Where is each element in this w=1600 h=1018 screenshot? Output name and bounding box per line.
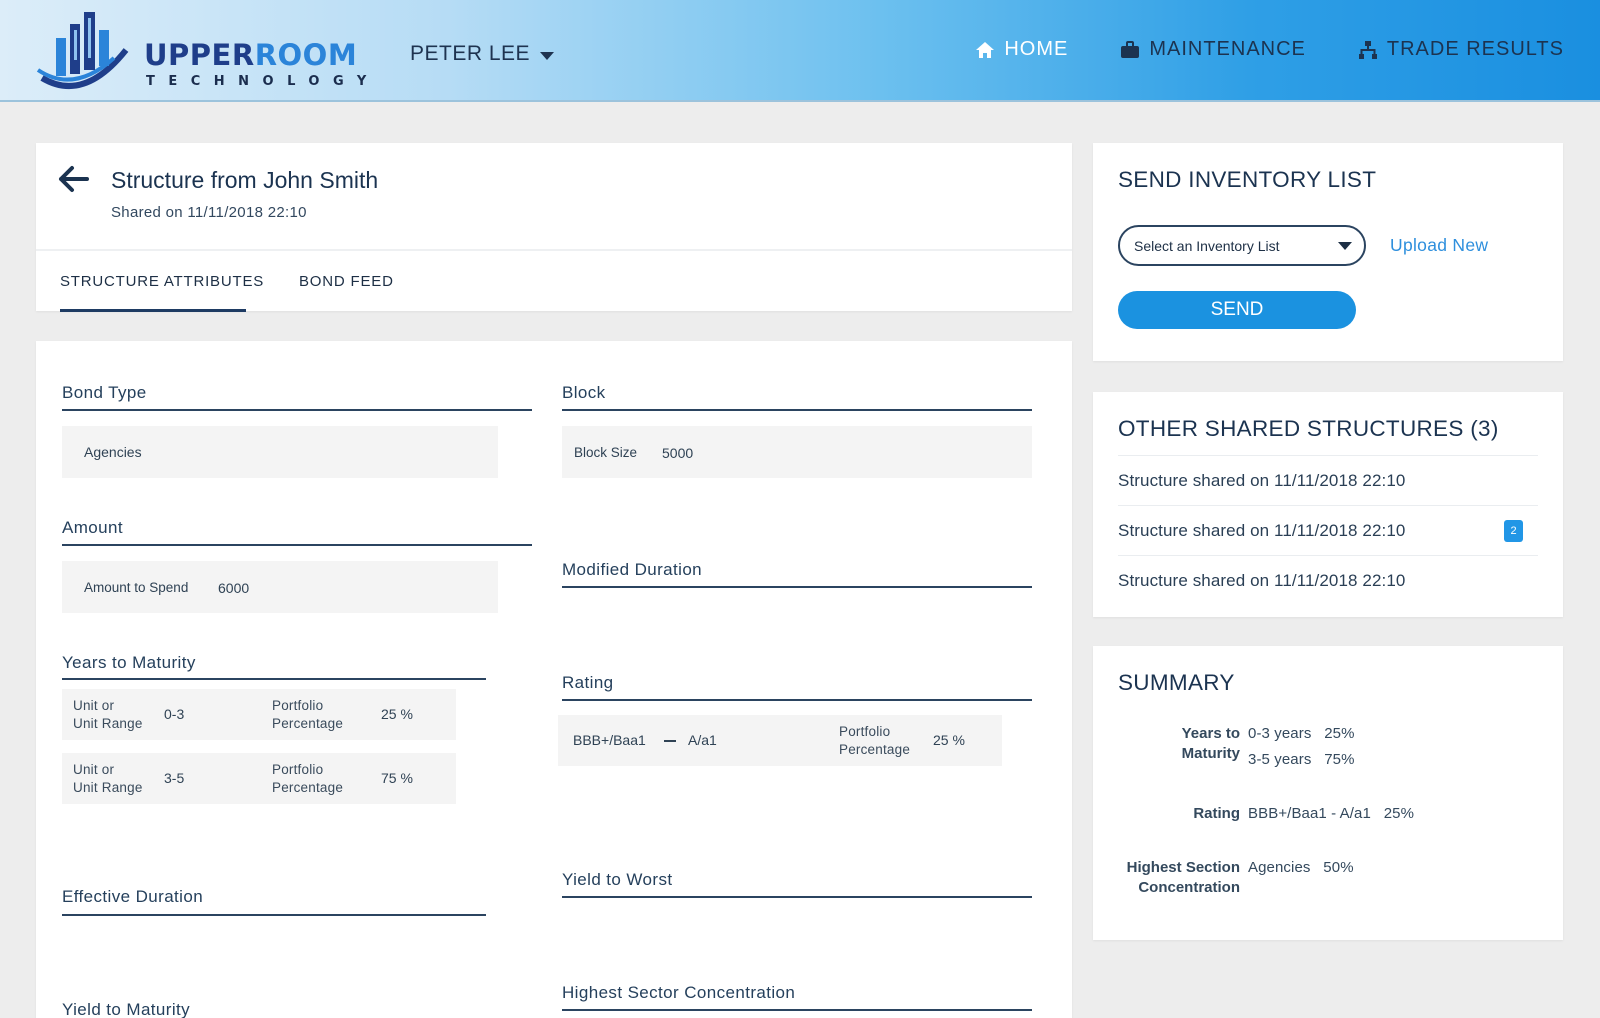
shared-structure-item[interactable]: Structure shared on 11/11/2018 22:10 2	[1118, 505, 1538, 555]
unit-range-value: 3-5	[164, 770, 185, 786]
bond-type-label: Bond Type	[62, 383, 147, 402]
tab-structure-attributes[interactable]: STRUCTURE ATTRIBUTES	[60, 273, 264, 290]
back-arrow-icon[interactable]	[58, 165, 90, 193]
block-size-value: 5000	[662, 445, 694, 461]
effective-duration-divider	[62, 914, 486, 916]
rating-field[interactable]: BBB+/Baa1 A/a1 Portfolio Percentage 25 %	[558, 715, 1002, 766]
rating-from-value: BBB+/Baa1	[573, 732, 646, 748]
structure-header-card: Structure from John Smith Shared on 11/1…	[36, 143, 1072, 312]
nav-trade-results-label: TRADE RESULTS	[1386, 38, 1564, 60]
years-to-maturity-divider	[62, 678, 486, 680]
tabs-divider	[36, 249, 1072, 251]
summary-ytm-label: Years to Maturity	[1181, 725, 1240, 762]
chevron-down-icon	[540, 51, 555, 60]
highest-sector-divider	[562, 1009, 1032, 1011]
portfolio-percentage-value: 25 %	[381, 706, 413, 722]
block-size-field[interactable]: Block Size 5000	[562, 426, 1032, 478]
briefcase-icon	[1121, 40, 1140, 58]
modified-duration-label: Modified Duration	[562, 560, 703, 579]
amount-value: 6000	[218, 580, 250, 596]
summary-rating-value: BBB+/Baa1 - A/a1 25%	[1248, 805, 1415, 822]
maturity-row[interactable]: Unit or Unit Range 3-5 Portfolio Percentag…	[62, 753, 456, 804]
nav-home[interactable]: HOME	[975, 38, 1068, 61]
yield-to-worst-divider	[562, 896, 1032, 898]
structure-attributes-panel: Bond Type Agencies Amount Amount to Spen…	[36, 341, 1072, 1018]
nav-maintenance-label: MAINTENANCE	[1149, 38, 1306, 60]
send-button[interactable]: SEND	[1118, 291, 1356, 329]
send-inventory-card: SEND INVENTORY LIST Select an Inventory …	[1093, 143, 1563, 361]
portfolio-percentage-label: Portfolio Percentage	[272, 762, 344, 795]
range-dash	[664, 740, 676, 742]
shared-structure-text: Structure shared on 11/11/2018 22:10	[1118, 471, 1406, 490]
shared-structure-text: Structure shared on 11/11/2018 22:10	[1118, 571, 1406, 590]
amount-divider	[62, 544, 532, 546]
company-logo[interactable]: UPPERROOM TECHNOLOGY	[34, 8, 366, 96]
portfolio-percentage-value: 25 %	[933, 732, 965, 748]
unit-range-label: Unit or Unit Range	[73, 698, 143, 731]
tab-bond-feed[interactable]: BOND FEED	[299, 273, 394, 290]
inventory-select-placeholder: Select an Inventory List	[1134, 238, 1280, 254]
main-nav: HOME MAINTENANCE TRADE RESULTS	[975, 38, 1564, 61]
nav-trade-results[interactable]: TRADE RESULTS	[1358, 38, 1564, 61]
chevron-down-icon	[1338, 242, 1352, 250]
portfolio-percentage-value: 75 %	[381, 770, 413, 786]
user-name: PETER LEE	[410, 42, 531, 65]
shared-structure-item[interactable]: Structure shared on 11/11/2018 22:10	[1118, 555, 1538, 605]
years-to-maturity-label: Years to Maturity	[62, 653, 196, 672]
send-inventory-title: SEND INVENTORY LIST	[1118, 167, 1377, 192]
bond-type-divider	[62, 409, 532, 411]
home-icon	[976, 41, 995, 58]
nav-home-label: HOME	[1004, 38, 1069, 60]
shared-timestamp: Shared on 11/11/2018 22:10	[111, 204, 307, 221]
effective-duration-label: Effective Duration	[62, 887, 204, 906]
top-header: UPPERROOM TECHNOLOGY PETER LEE HOME MAIN…	[0, 0, 1600, 102]
rating-divider	[562, 699, 1032, 701]
summary-ytm-value: 3-5 years 75%	[1248, 751, 1355, 768]
highest-sector-concentration-label: Highest Sector Concentration	[562, 983, 796, 1002]
yield-to-worst-label: Yield to Worst	[562, 870, 673, 889]
sitemap-icon	[1358, 40, 1377, 59]
bond-type-value: Agencies	[84, 444, 142, 460]
summary-card: SUMMARY Years to Maturity 0-3 years 25% 3…	[1093, 646, 1563, 940]
other-shared-title: OTHER SHARED STRUCTURES (3)	[1118, 416, 1499, 441]
logo-wordmark: UPPERROOM	[144, 38, 358, 72]
amount-to-spend-label: Amount to Spend	[84, 580, 189, 595]
summary-hsc-label: Highest Section Concentration	[1126, 859, 1240, 896]
nav-maintenance[interactable]: MAINTENANCE	[1120, 38, 1306, 61]
page-title: Structure from John Smith	[111, 167, 379, 193]
user-menu-dropdown[interactable]: PETER LEE	[410, 42, 555, 66]
shared-structure-text: Structure shared on 11/11/2018 22:10	[1118, 521, 1406, 540]
bond-type-field[interactable]: Agencies	[62, 426, 498, 478]
amount-field[interactable]: Amount to Spend 6000	[62, 561, 498, 613]
inventory-list-select[interactable]: Select an Inventory List	[1118, 225, 1366, 266]
amount-label: Amount	[62, 518, 123, 537]
rating-to-value: A/a1	[688, 732, 717, 748]
summary-ytm-value: 0-3 years 25%	[1248, 725, 1355, 742]
summary-rating-label: Rating	[1193, 805, 1240, 822]
logo-mark-icon	[36, 12, 129, 89]
notification-badge: 2	[1504, 520, 1523, 542]
block-label: Block	[562, 383, 606, 402]
yield-to-maturity-label: Yield to Maturity	[62, 1000, 191, 1018]
portfolio-percentage-label: Portfolio Percentage	[839, 724, 911, 757]
block-divider	[562, 409, 1032, 411]
portfolio-percentage-label: Portfolio Percentage	[272, 698, 344, 731]
logo-tagline: TECHNOLOGY	[146, 74, 380, 89]
maturity-row[interactable]: Unit or Unit Range 0-3 Portfolio Percentag…	[62, 689, 456, 740]
summary-title: SUMMARY	[1118, 670, 1235, 695]
rating-label: Rating	[562, 673, 614, 692]
summary-hsc-value: Agencies 50%	[1248, 859, 1354, 876]
modified-duration-divider	[562, 586, 1032, 588]
unit-range-label: Unit or Unit Range	[73, 762, 143, 795]
other-shared-structures-card: OTHER SHARED STRUCTURES (3) Structure sh…	[1093, 392, 1563, 617]
block-size-label: Block Size	[574, 445, 638, 460]
upload-new-link[interactable]: Upload New	[1390, 235, 1488, 256]
shared-structure-item[interactable]: Structure shared on 11/11/2018 22:10	[1118, 455, 1538, 505]
unit-range-value: 0-3	[164, 706, 185, 722]
active-tab-indicator	[60, 309, 246, 312]
